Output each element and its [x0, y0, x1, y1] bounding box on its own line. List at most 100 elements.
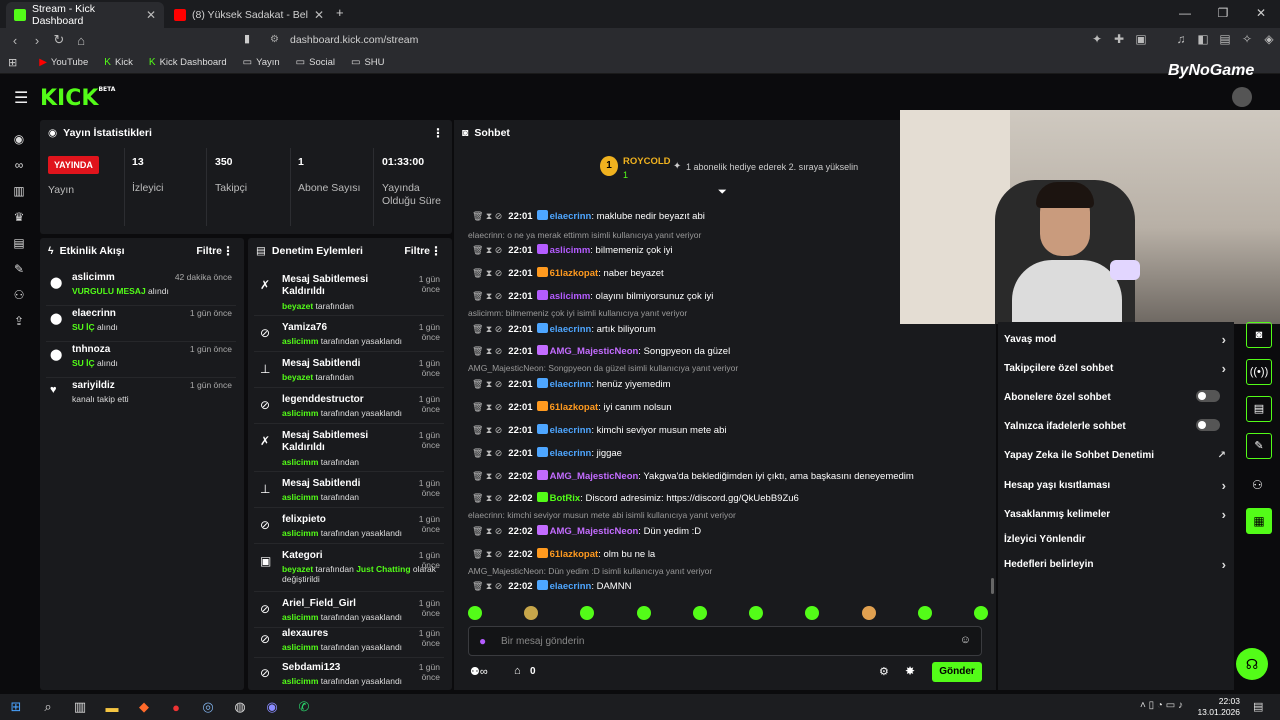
new-tab-icon[interactable]: + [336, 5, 344, 20]
chat-message[interactable]: 🗑 ⧗ ⊘ 22:02 AMG_MajesticNeon: Yakgwa'da be… [472, 470, 914, 482]
chat-message[interactable]: 🗑 ⧗ ⊘ 22:01 61lazkopat: naber beyazet [472, 267, 664, 279]
steam-icon[interactable]: ◎ [192, 699, 224, 715]
chat-setting-item[interactable]: Yalnızca ifadelerle sohbet [1004, 419, 1226, 432]
trophy-icon[interactable]: ♛ [11, 210, 27, 226]
message-username[interactable]: elaecrinn [550, 448, 592, 459]
chat-setting-item[interactable]: Yasaklanmış kelimeler › [1004, 507, 1226, 522]
message-username[interactable]: aslicimm [550, 245, 591, 256]
tab-kick-dashboard[interactable]: Stream - Kick Dashboard ✕ [6, 2, 164, 28]
clip-tool-button[interactable]: ▦ [1246, 508, 1272, 534]
message-username[interactable]: elaecrinn [550, 425, 592, 436]
message-username[interactable]: elaecrinn [550, 581, 592, 592]
close-tab-icon[interactable]: ✕ [314, 8, 324, 22]
brave-icon[interactable]: ◆ [128, 699, 160, 715]
moderation-item[interactable]: ⊥ Mesaj Sabitlendi beyazet tarafından 1 gün… [254, 358, 444, 388]
file-explorer-icon[interactable]: ▬ [96, 700, 128, 715]
avatar[interactable] [1232, 87, 1252, 107]
moderation-item[interactable]: ⊥ Mesaj Sabitlendi aslicimm tarafından 1 gü… [254, 478, 444, 508]
hamburger-menu-icon[interactable]: ☰ [14, 88, 28, 108]
forward-icon[interactable]: › [26, 33, 48, 48]
chevron-right-icon[interactable]: › [1222, 361, 1226, 376]
system-tray-icons[interactable]: ˄ ▯ ◔ ▭ ♪ [1140, 700, 1183, 711]
notification-icon[interactable]: ▤ [1253, 700, 1263, 713]
toggle-switch[interactable] [1196, 390, 1220, 402]
system-clock[interactable]: 22:03 13.01.2026 [1197, 696, 1240, 718]
bookmark-youtube[interactable]: ▶ YouTube [33, 57, 94, 68]
whatsapp-icon[interactable]: ✆ [288, 699, 320, 715]
back-icon[interactable]: ‹ [4, 33, 26, 48]
chat-message[interactable]: 🗑 ⧗ ⊘ 22:01 AMG_MajesticNeon: Songpyeon da… [472, 345, 730, 357]
chat-message[interactable]: 🗑 ⧗ ⊘ 22:01 elaecrinn: artık biliyorum [472, 323, 656, 335]
mod-actions-icon[interactable]: 🗑 ⧗ ⊘ [472, 324, 502, 334]
mod-actions-icon[interactable]: 🗑 ⧗ ⊘ [472, 425, 502, 435]
emote-icon[interactable] [636, 606, 651, 620]
bookmark-icon[interactable]: ▮ [244, 32, 250, 45]
music-icon[interactable]: ♫ [1170, 32, 1192, 46]
activity-item[interactable]: ⬤ aslicimm VURGULU MESAJ alındı 42 dakika ö… [46, 272, 236, 306]
discord-icon[interactable]: ◉ [256, 699, 288, 715]
chat-setting-item[interactable]: Yapay Zeka ile Sohbet Denetimi ↗ [1004, 450, 1226, 461]
emote-icon[interactable] [580, 606, 595, 620]
bookmark-folder-social[interactable]: ▭ Social [290, 57, 341, 68]
chat-message[interactable]: 🗑 ⧗ ⊘ 22:01 elaecrinn: maklube nedir beyaz… [472, 210, 705, 222]
moderation-item[interactable]: ✗ Mesaj Sabitlemesi Kaldırıldı aslicimm ta… [254, 430, 444, 472]
close-window-icon[interactable]: ✕ [1242, 0, 1280, 28]
message-username[interactable]: BotRix [550, 493, 581, 504]
emote-icon[interactable] [524, 606, 539, 620]
bookmark-kick-dashboard[interactable]: K Kick Dashboard [143, 57, 233, 68]
message-username[interactable]: 61lazkopat [550, 549, 599, 560]
recorder-icon[interactable]: ● [160, 700, 192, 715]
reply-context[interactable]: elaecrinn: o ne ya merak ettimm isimli k… [468, 230, 701, 240]
moderation-item[interactable]: ⊘ Ariel_Field_Girl aslicimm tarafından yas… [254, 598, 444, 628]
toggle-switch[interactable] [1196, 419, 1220, 431]
moderation-item[interactable]: ⊘ alexaures aslicimm tarafından yasaklandı… [254, 628, 444, 658]
sidebar-icon[interactable]: ◧ [1192, 32, 1214, 46]
external-link-icon[interactable]: ↗ [1218, 450, 1226, 461]
chevron-right-icon[interactable]: › [1222, 478, 1226, 493]
stream-icon[interactable]: ◉ [11, 132, 27, 148]
mod-actions-icon[interactable]: 🗑 ⧗ ⊘ [472, 379, 502, 389]
emote-icon[interactable] [749, 606, 764, 620]
chat-message[interactable]: 🗑 ⧗ ⊘ 22:01 aslicimm: bilmemeniz çok iyi [472, 244, 673, 256]
activity-item[interactable]: ♥ sariyildiz kanalı takip etti 1 gün önce [46, 380, 236, 414]
activity-item[interactable]: ⬤ elaecrinn SU İÇ alındı 1 gün önce [46, 308, 236, 342]
message-username[interactable]: AMG_MajesticNeon [550, 471, 639, 482]
minimize-icon[interactable]: — [1166, 0, 1204, 28]
wallet-icon[interactable]: ▤ [1214, 32, 1236, 46]
more-options-icon[interactable]: ⋮ [432, 126, 444, 140]
task-view-icon[interactable]: ▥ [64, 699, 96, 715]
kick-points-icon[interactable]: ⚉∞ [470, 665, 488, 678]
media-tool-button[interactable]: ▤ [1246, 396, 1272, 422]
emoji-icon[interactable]: ☺ [960, 634, 971, 646]
tab-youtube[interactable]: (8) Yüksek Sadakat - Belki Üstüm... ✕ [166, 2, 332, 28]
mod-actions-icon[interactable]: 🗑 ⧗ ⊘ [472, 268, 502, 278]
moderation-item[interactable]: ✗ Mesaj Sabitlemesi Kaldırıldı beyazet tar… [254, 274, 444, 316]
message-username[interactable]: AMG_MajesticNeon [550, 526, 639, 537]
extension-icon[interactable]: ✦ [1086, 32, 1108, 46]
upload-icon[interactable]: ⇪ [11, 314, 27, 330]
mod-actions-icon[interactable]: 🗑 ⧗ ⊘ [472, 581, 502, 591]
chat-message[interactable]: 🗑 ⧗ ⊘ 22:01 61lazkopat: iyi canım nolsun [472, 401, 672, 413]
chat-message[interactable]: 🗑 ⧗ ⊘ 22:02 61lazkopat: olm bu ne la [472, 548, 655, 560]
analytics-icon[interactable]: ▥ [11, 184, 27, 200]
ai-icon[interactable]: ✧ [1236, 32, 1258, 46]
more-options-icon[interactable]: ⋮ [222, 244, 234, 258]
bookmark-kick[interactable]: K Kick [98, 57, 139, 68]
wrench-icon[interactable]: ✎ [11, 262, 27, 278]
activity-item[interactable]: ⬤ tnhnoza SU İÇ alındı 1 gün önce [46, 344, 236, 378]
mod-actions-icon[interactable]: 🗑 ⧗ ⊘ [472, 448, 502, 458]
chat-input[interactable]: ● Bir mesaj gönderin ☺ [468, 626, 982, 656]
wrench-tool-button[interactable]: ✎ [1246, 433, 1272, 459]
moderation-item[interactable]: ▣ Kategori beyazet tarafından Just Chattin… [254, 550, 444, 592]
mod-actions-icon[interactable]: 🗑 ⧗ ⊘ [472, 526, 502, 536]
chat-message[interactable]: 🗑 ⧗ ⊘ 22:01 elaecrinn: henüz yiyemedim [472, 378, 671, 390]
moderation-item[interactable]: ⊘ Yamiza76 aslicimm tarafından yasaklandı 1… [254, 322, 444, 352]
link-icon[interactable]: ∞ [11, 158, 27, 174]
url-field[interactable]: ⚙ dashboard.kick.com/stream [262, 31, 962, 49]
emote-icon[interactable] [861, 606, 876, 620]
windows-start-icon[interactable]: ⊞ [0, 699, 32, 715]
kick-logo[interactable]: KICKBETA [40, 86, 115, 111]
chat-message[interactable]: 🗑 ⧗ ⊘ 22:01 elaecrinn: kimchi seviyor musu… [472, 424, 727, 436]
microphone-icon[interactable]: ● [479, 634, 486, 648]
moderation-item[interactable]: ⊘ Sebdami123 aslicimm tarafından yasakland… [254, 662, 444, 690]
